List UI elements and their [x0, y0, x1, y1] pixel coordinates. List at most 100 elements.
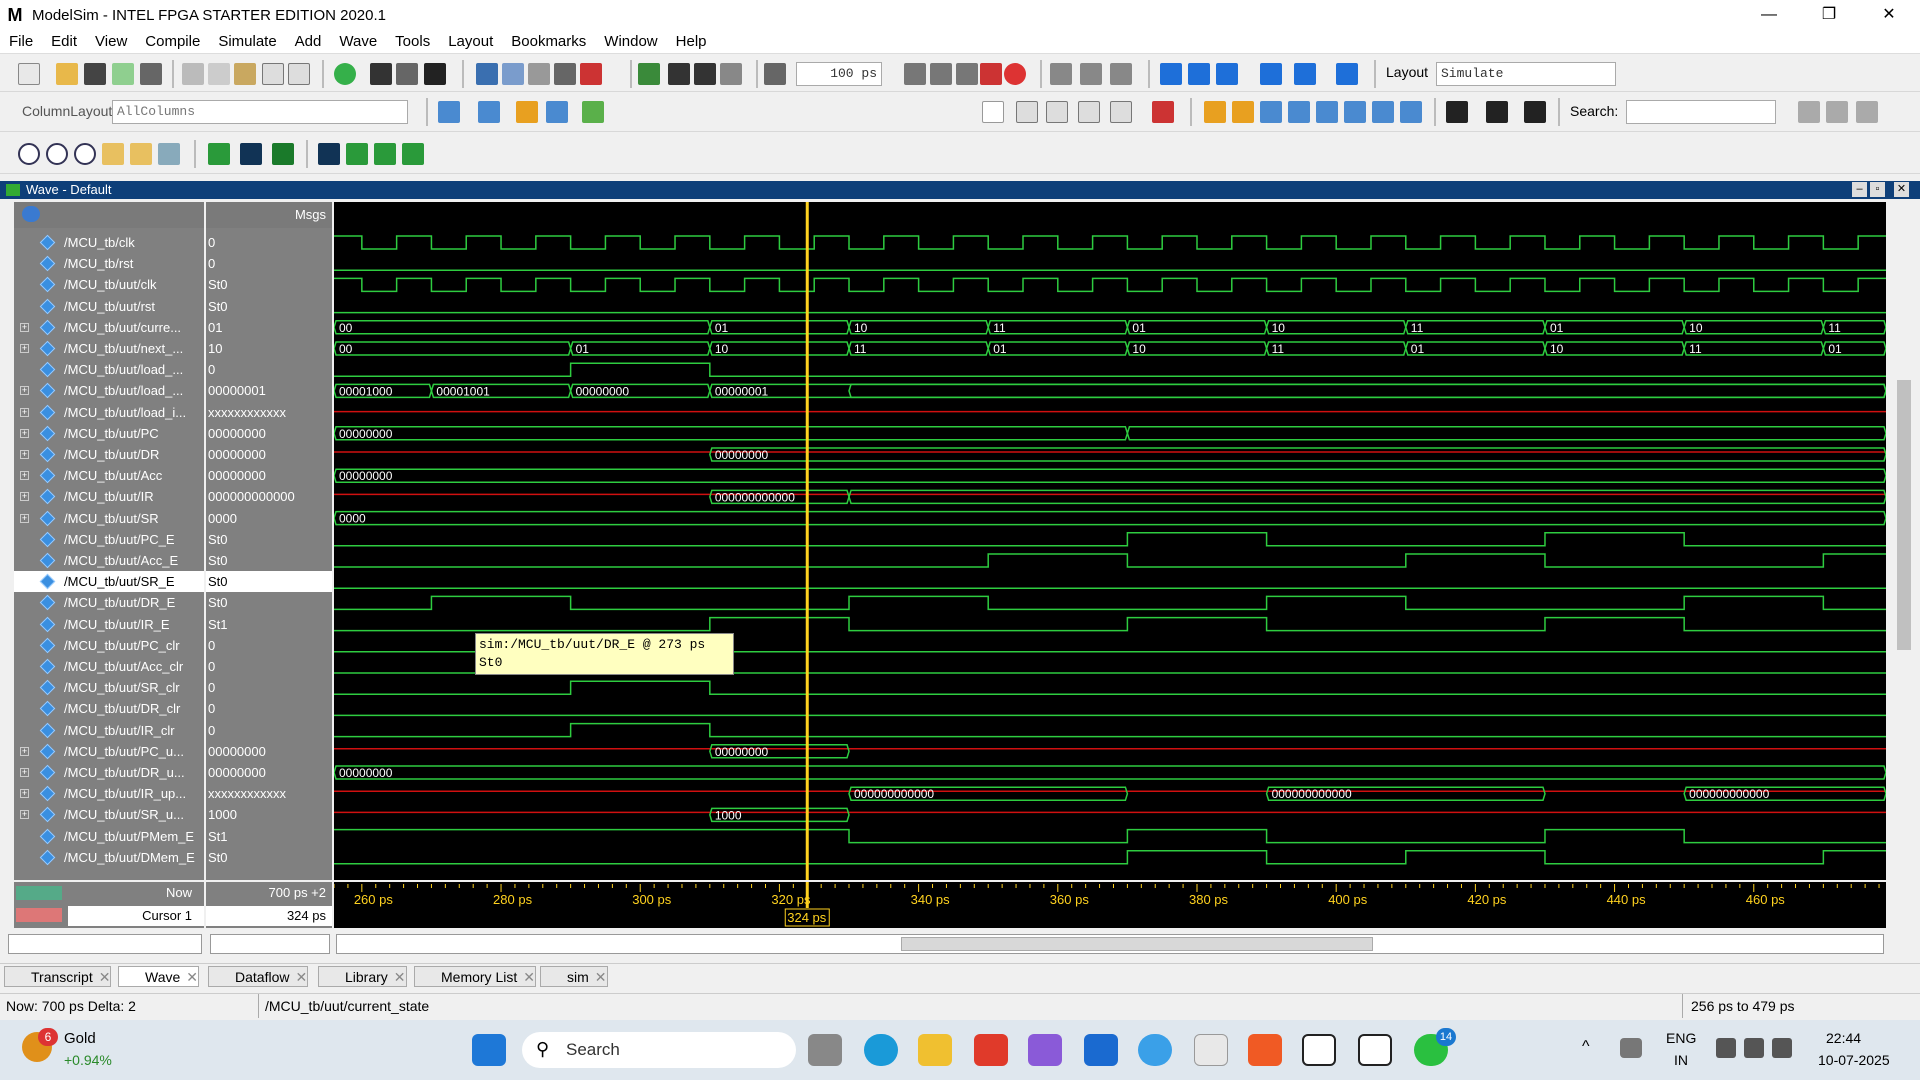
waveform-canvas[interactable]: 00 01 10 11 01 10 11 01 10 11 00 01 10 11 01 10 11 01 10 11…: [333, 202, 1887, 880]
wave-vertical-scrollbar[interactable]: [1894, 200, 1914, 878]
expand-icon[interactable]: +: [20, 492, 29, 502]
menu-wave[interactable]: Wave: [330, 33, 386, 50]
run-length-field[interactable]: 100 ps: [796, 62, 882, 86]
undo-icon[interactable]: [262, 63, 284, 85]
menu-layout[interactable]: Layout: [439, 33, 502, 50]
prev-rising-icon[interactable]: [1372, 101, 1394, 123]
wave-edge-4-icon[interactable]: [402, 143, 424, 165]
add-wave-icon[interactable]: [334, 63, 356, 85]
step-icon[interactable]: [1050, 63, 1072, 85]
next-rising-icon[interactable]: [1400, 101, 1422, 123]
clock-time[interactable]: 22:44: [1826, 1030, 1861, 1046]
modelsim-taskbar-icon[interactable]: [1358, 1034, 1392, 1066]
tab-close-icon[interactable]: ✕: [186, 969, 198, 985]
signal-row[interactable]: /MCU_tb/clk: [14, 232, 204, 253]
tab-sim[interactable]: sim ✕: [540, 966, 608, 987]
reload-icon[interactable]: [112, 63, 134, 85]
prev-falling-icon[interactable]: [1316, 101, 1338, 123]
wave-edge-3-icon[interactable]: [374, 143, 396, 165]
task-view-icon[interactable]: [808, 1034, 842, 1066]
menu-file[interactable]: File: [0, 33, 42, 50]
expand-time-icon[interactable]: [1524, 101, 1546, 123]
wave-format-icon[interactable]: [546, 101, 568, 123]
next-falling-icon[interactable]: [1344, 101, 1366, 123]
wave-hscrollbar[interactable]: [336, 934, 1884, 954]
menu-help[interactable]: Help: [667, 33, 716, 50]
signal-row[interactable]: + /MCU_tb/uut/DR_u...: [14, 762, 204, 783]
step-into-icon[interactable]: [1160, 63, 1182, 85]
menu-window[interactable]: Window: [595, 33, 666, 50]
wave-edge-2-icon[interactable]: [346, 143, 368, 165]
expand-icon[interactable]: +: [20, 810, 29, 820]
menu-add[interactable]: Add: [286, 33, 331, 50]
menu-view[interactable]: View: [86, 33, 136, 50]
column-layout-select[interactable]: AllColumns: [112, 100, 408, 124]
step-over-dropdown-icon[interactable]: [1294, 63, 1316, 85]
expand-icon[interactable]: +: [20, 386, 29, 396]
expand-icon[interactable]: +: [20, 746, 29, 756]
compile-icon[interactable]: [476, 63, 498, 85]
search-forward-icon[interactable]: [1798, 101, 1820, 123]
signal-row[interactable]: + /MCU_tb/uut/next_...: [14, 338, 204, 359]
signal-row[interactable]: + /MCU_tb/uut/load_...: [14, 380, 204, 401]
collapse-icon[interactable]: [1446, 101, 1468, 123]
layout-select[interactable]: Simulate: [1436, 62, 1616, 86]
signal-row[interactable]: + /MCU_tb/uut/DR: [14, 444, 204, 465]
waveform-pane[interactable]: 00 01 10 11 01 10 11 01 10 11 00 01 10 11 01 10 11 01 10 11…: [333, 202, 1887, 880]
break-icon[interactable]: [554, 63, 576, 85]
tab-close-icon[interactable]: ✕: [595, 969, 607, 985]
wave-close-button[interactable]: ✕: [1894, 182, 1909, 197]
signal-row[interactable]: /MCU_tb/uut/SR_clr: [14, 677, 204, 698]
format-icon[interactable]: [396, 63, 418, 85]
signal-row[interactable]: /MCU_tb/rst: [14, 253, 204, 274]
step-out-dropdown-icon[interactable]: [1336, 63, 1358, 85]
step-over-blue-icon[interactable]: [1188, 63, 1210, 85]
chevron-up-icon[interactable]: ^: [1582, 1038, 1590, 1056]
signal-row[interactable]: /MCU_tb/uut/Acc_clr: [14, 656, 204, 677]
lang-line-1[interactable]: ENG: [1666, 1030, 1696, 1046]
signal-row[interactable]: /MCU_tb/uut/DR_E: [14, 592, 204, 613]
cursor-label[interactable]: Cursor 1: [68, 906, 204, 926]
wave-style-2-icon[interactable]: [240, 143, 262, 165]
wave-edge-1-icon[interactable]: [318, 143, 340, 165]
expand-icon[interactable]: +: [20, 428, 29, 438]
expand-icon[interactable]: +: [20, 768, 29, 777]
search-back-icon[interactable]: [1826, 101, 1848, 123]
wave-tools-icon[interactable]: [22, 206, 40, 222]
next-edge-icon[interactable]: [1288, 101, 1310, 123]
taskbar-search[interactable]: ⚲ Search: [522, 1032, 796, 1068]
time-axis[interactable]: 260 ps 280 ps 300 ps 320 ps 340 ps 360 ps 380 …: [333, 882, 1886, 928]
zoom-in-icon[interactable]: [18, 143, 40, 165]
start-icon[interactable]: [472, 1034, 506, 1066]
run-icon[interactable]: [904, 63, 926, 85]
network-status-icon[interactable]: [1620, 1038, 1642, 1058]
find-icon[interactable]: [370, 63, 392, 85]
signal-row[interactable]: + /MCU_tb/uut/curre...: [14, 317, 204, 338]
maximize-button[interactable]: ❐: [1806, 0, 1852, 30]
break-run-icon[interactable]: [980, 63, 1002, 85]
tab-memory-list[interactable]: Memory List ✕: [414, 966, 536, 987]
tab-library[interactable]: Library ✕: [318, 966, 407, 987]
wave-divider-icon[interactable]: [516, 101, 538, 123]
expand-icon[interactable]: +: [20, 513, 29, 523]
signal-row[interactable]: + /MCU_tb/uut/SR: [14, 508, 204, 529]
wifi-icon[interactable]: [1716, 1038, 1736, 1058]
save-icon[interactable]: [84, 63, 106, 85]
zoom-last-icon[interactable]: [158, 143, 180, 165]
menu-compile[interactable]: Compile: [136, 33, 209, 50]
simulate-icon[interactable]: [528, 63, 550, 85]
edit-mode-icon[interactable]: [1078, 101, 1100, 123]
signal-row[interactable]: /MCU_tb/uut/PMem_E: [14, 826, 204, 847]
signal-row[interactable]: /MCU_tb/uut/Acc_E: [14, 550, 204, 571]
wave-minimize-button[interactable]: –: [1852, 182, 1867, 197]
select-mode-icon[interactable]: [982, 101, 1004, 123]
pan-mode-icon[interactable]: [1046, 101, 1068, 123]
tab-close-icon[interactable]: ✕: [394, 969, 406, 985]
delete-cursor-icon[interactable]: [1232, 101, 1254, 123]
tab-close-icon[interactable]: ✕: [295, 969, 307, 985]
signal-row[interactable]: + /MCU_tb/uut/IR_up...: [14, 783, 204, 804]
menu-edit[interactable]: Edit: [42, 33, 86, 50]
signal-row[interactable]: /MCU_tb/uut/load_...: [14, 359, 204, 380]
tab-close-icon[interactable]: ✕: [99, 969, 111, 985]
tab-dataflow[interactable]: Dataflow ✕: [208, 966, 309, 987]
